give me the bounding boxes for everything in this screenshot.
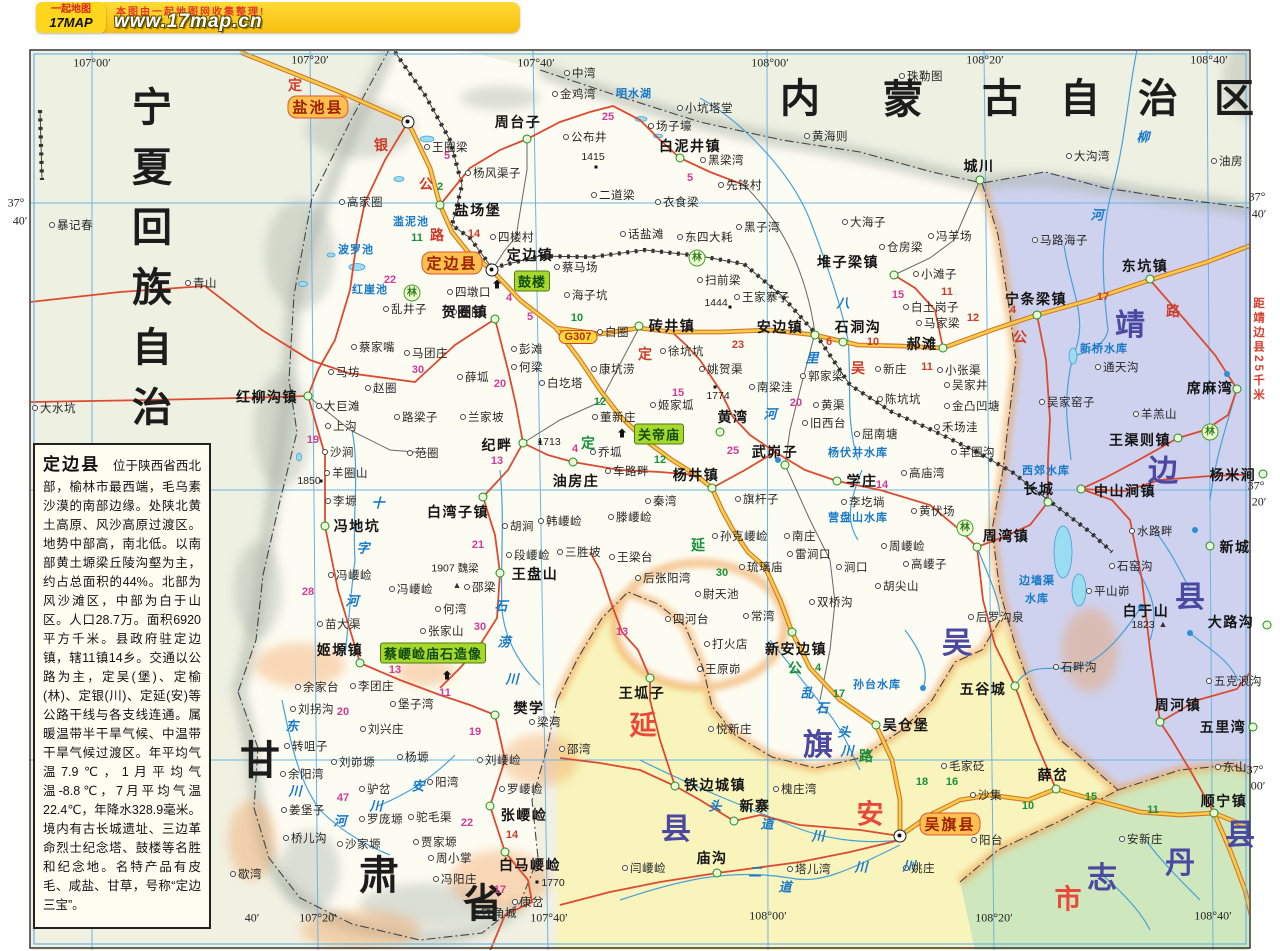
info-body: 位于陕西省西北部，榆林市最西端，毛乌素沙漠的南部边缘。处陕北黄土高原、风沙高原过… (43, 459, 201, 912)
logo-url[interactable]: www.17map.cn (114, 11, 263, 33)
map-page: 本图由一起地图网收集整理! www.17map.cn 一起地图 17MAP 定边… (0, 0, 1280, 951)
county-info-box: 定边县 位于陕西省西北部，榆林市最西端，毛乌素沙漠的南部边缘。处陕北黄土高原、风… (33, 443, 211, 929)
site-logo[interactable]: 本图由一起地图网收集整理! www.17map.cn 一起地图 17MAP (36, 2, 520, 33)
info-title: 定边县 (43, 455, 100, 474)
logo-bar: 本图由一起地图网收集整理! www.17map.cn (98, 2, 520, 33)
logo-chip: 一起地图 17MAP (36, 2, 106, 33)
logo-brand: 17MAP (36, 16, 106, 30)
